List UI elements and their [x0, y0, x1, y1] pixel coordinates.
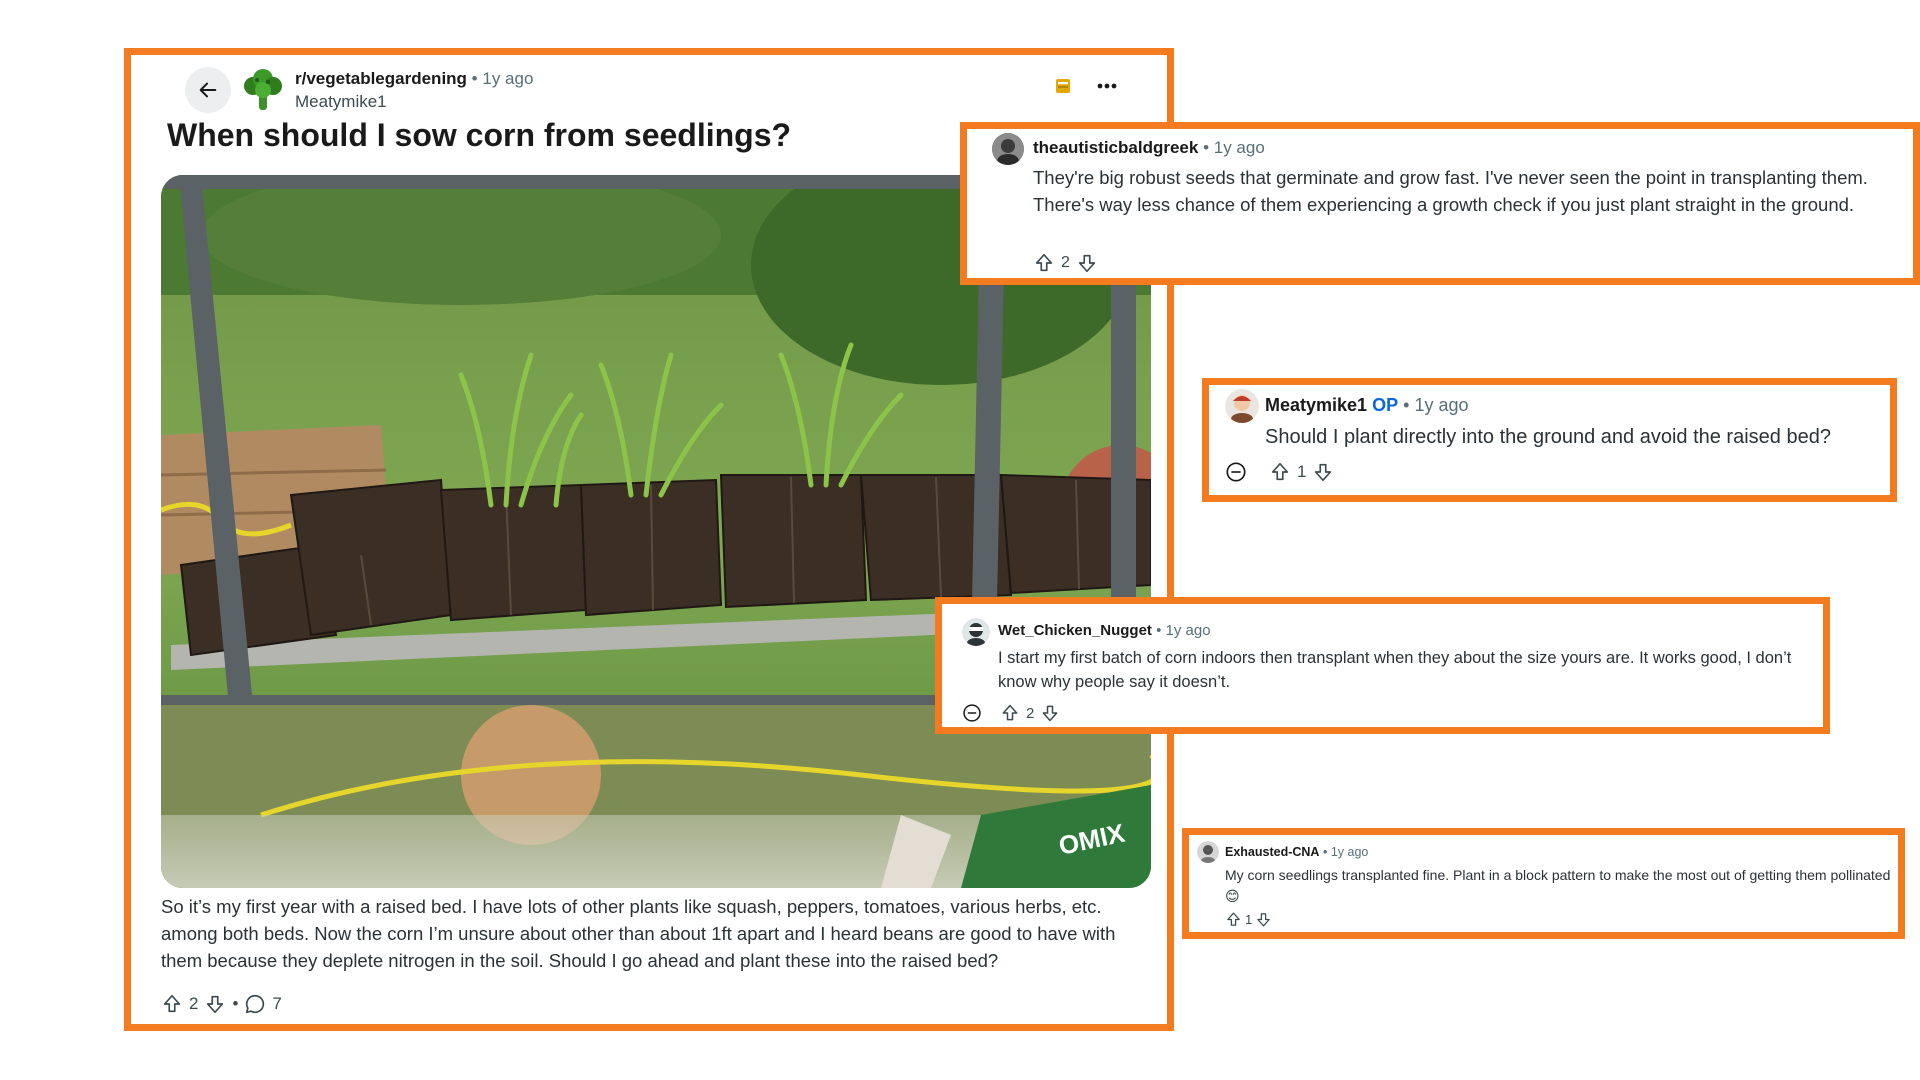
comment-card: theautisticbaldgreek • 1y ago They're bi…	[960, 122, 1920, 285]
broccoli-icon[interactable]	[241, 68, 285, 112]
comment-text: They're big robust seeds that germinate …	[1033, 167, 1868, 215]
comment-card: Exhausted-CNA • 1y ago My corn seedlings…	[1182, 828, 1905, 939]
comment-header: theautisticbaldgreek • 1y ago	[1033, 138, 1265, 158]
post-body: So it’s my first year with a raised bed.…	[161, 896, 1116, 971]
comment-header: Exhausted-CNA • 1y ago	[1225, 845, 1368, 859]
downvote-arrow-icon[interactable]	[1312, 461, 1334, 483]
comment-username[interactable]: theautisticbaldgreek	[1033, 138, 1198, 157]
collapse-minus-icon[interactable]	[962, 703, 982, 723]
downvote-arrow-icon[interactable]	[1076, 252, 1098, 274]
comment-actions: 1	[1225, 911, 1272, 928]
upvote-arrow-icon[interactable]	[1000, 703, 1020, 723]
post-title[interactable]: When should I sow corn from seedlings?	[167, 117, 791, 154]
separator: •	[471, 69, 478, 88]
more-horizontal-icon[interactable]	[1097, 83, 1117, 89]
downvote-arrow-icon[interactable]	[1255, 911, 1272, 928]
comment-score: 1	[1245, 912, 1253, 927]
comment-text: I start my first batch of corn indoors t…	[998, 649, 1792, 691]
avatar[interactable]	[1225, 389, 1259, 423]
avatar[interactable]	[992, 133, 1024, 165]
comment-score: 2	[1026, 704, 1035, 722]
comment-actions: 1	[1225, 461, 1334, 483]
downvote-arrow-icon[interactable]	[1040, 703, 1060, 723]
separator: •	[1403, 395, 1410, 415]
comment-username[interactable]: Exhausted-CNA	[1225, 845, 1319, 859]
comment-text: My corn seedlings transplanted fine. Pla…	[1225, 867, 1891, 904]
post-header-actions	[1055, 77, 1117, 95]
separator: •	[232, 994, 239, 1013]
comment-username[interactable]: Meatymike1	[1265, 395, 1367, 415]
separator: •	[1156, 622, 1162, 639]
post-actions: 2 • 7	[161, 993, 282, 1015]
op-badge: OP	[1372, 395, 1399, 415]
comment-age: 1y ago	[1213, 138, 1265, 157]
separator: •	[1322, 845, 1328, 859]
comment-score: 1	[1297, 462, 1307, 481]
upvote-arrow-icon[interactable]	[1033, 252, 1055, 274]
avatar[interactable]	[1197, 841, 1219, 863]
arrow-left-icon	[197, 79, 219, 101]
collapse-minus-icon[interactable]	[1225, 461, 1247, 483]
subreddit-name[interactable]: r/vegetablegardening	[295, 69, 467, 88]
post-score: 2	[189, 994, 199, 1013]
comment-count: 7	[272, 994, 282, 1013]
downvote-arrow-icon[interactable]	[204, 993, 226, 1015]
comment-age: 1y ago	[1165, 622, 1211, 639]
comment-username[interactable]: Wet_Chicken_Nugget	[998, 622, 1152, 639]
post-header: r/vegetablegardening • 1y ago Meatymike1	[155, 55, 1143, 125]
back-button[interactable]	[185, 67, 231, 113]
comment-age: 1y ago	[1414, 395, 1469, 415]
separator: •	[1203, 138, 1210, 157]
upvote-arrow-icon[interactable]	[161, 993, 183, 1015]
comment-bubble-icon[interactable]	[244, 993, 266, 1015]
comment-score: 2	[1061, 254, 1070, 271]
comment-actions: 2	[1033, 252, 1098, 274]
comment-header: Wet_Chicken_Nugget • 1y ago	[998, 622, 1211, 639]
comment-card: Meatymike1 OP • 1y ago Should I plant di…	[1202, 378, 1897, 502]
post-age: 1y ago	[482, 69, 534, 88]
bookmark-icon[interactable]	[1055, 77, 1071, 95]
comment-header: Meatymike1 OP • 1y ago	[1265, 395, 1468, 416]
comment-card: Wet_Chicken_Nugget • 1y ago I start my f…	[935, 597, 1830, 734]
post-author[interactable]: Meatymike1	[295, 92, 387, 112]
comment-actions: 2	[962, 703, 1060, 723]
comment-text: Should I plant directly into the ground …	[1265, 426, 1831, 448]
comment-age: 1y ago	[1330, 845, 1369, 859]
upvote-arrow-icon[interactable]	[1225, 911, 1242, 928]
upvote-arrow-icon[interactable]	[1269, 461, 1291, 483]
subreddit-line: r/vegetablegardening • 1y ago	[295, 69, 533, 89]
avatar[interactable]	[962, 618, 990, 646]
